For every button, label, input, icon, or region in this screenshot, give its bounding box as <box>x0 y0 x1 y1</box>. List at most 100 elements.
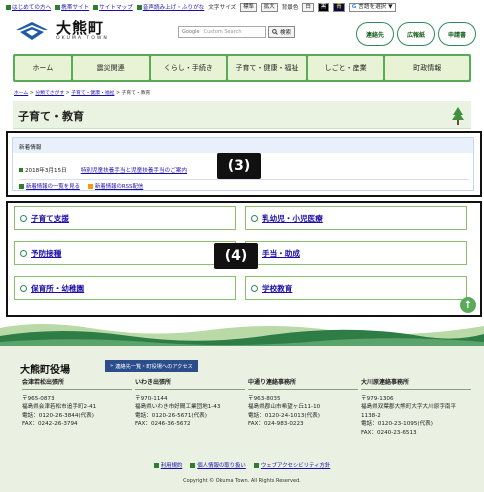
square-bullet-icon <box>136 4 142 10</box>
town-emblem-icon <box>16 22 48 40</box>
footer-link-label: ウェブアクセシビリティ方針 <box>260 463 331 469</box>
page-top-button[interactable]: ↑ <box>460 297 476 313</box>
text-size-standard-button[interactable]: 標準 <box>240 2 257 12</box>
logo-romaji: OKUMA TOWN <box>56 36 109 41</box>
access-button-label: 連絡先一覧・町役場へのアクセス <box>115 363 193 370</box>
office-fax: FAX：0240-23-6513 <box>361 429 417 436</box>
breadcrumb-current: 子育て・教育 <box>121 91 151 96</box>
category-link-childcare-support[interactable]: 子育て支援 <box>14 206 236 230</box>
utility-bar: はじめての方へ 携帯サイト サイトマップ 音声読み上げ・ふりがな 文字サイズ 標… <box>0 0 484 14</box>
nav-item-town-info[interactable]: 町政情報 <box>385 56 470 80</box>
utility-link-label: はじめての方へ <box>12 5 52 11</box>
circle-bullet-icon <box>251 214 258 222</box>
breadcrumb-separator: > <box>65 91 70 96</box>
news-rss-link[interactable]: 新着情報のRSS配信 <box>87 182 144 190</box>
newsletter-button[interactable]: 広報紙 <box>397 22 435 46</box>
bg-color-label: 背景色 <box>281 5 299 11</box>
bg-white-button[interactable]: 白 <box>302 2 314 12</box>
bg-black-button[interactable]: 黒 <box>317 2 330 12</box>
chevron-down-icon: ▼ <box>388 3 393 10</box>
page-title: 子育て・教育 <box>18 110 84 123</box>
divider <box>19 179 469 180</box>
global-nav: ホーム 震災関連 くらし・手続き 子育て・健康・福祉 しごと・産業 町政情報 <box>13 54 471 82</box>
category-link-nursery[interactable]: 保育所・幼稚園 <box>14 276 236 300</box>
logo-name: 大熊町 <box>56 19 105 37</box>
office-zip: 〒979-1306 <box>361 395 394 402</box>
tree-icon <box>452 107 464 125</box>
utility-link-beginners[interactable]: はじめての方へ <box>6 3 51 11</box>
square-bullet-icon <box>19 168 23 172</box>
news-date-text: 2018年3月15日 <box>25 168 67 174</box>
breadcrumb: ホーム > 分類でさがす > 子育て・健康・福祉 > 子育て・教育 <box>14 89 150 96</box>
circle-bullet-icon <box>251 284 258 292</box>
accessibility-link[interactable]: ウェブアクセシビリティ方針 <box>253 461 331 469</box>
office-column: 大川原連絡事務所 〒979-1306 福島県双葉郡大熊町大字大川原字南平1138… <box>361 379 471 437</box>
circle-bullet-icon <box>20 284 27 292</box>
utility-link-mobile[interactable]: 携帯サイト <box>55 3 89 11</box>
site-footer: 大熊町役場 » 連絡先一覧・町役場へのアクセス 会津若松出張所 〒965-0873… <box>0 346 484 492</box>
office-name: 中通り連絡事務所 <box>248 379 358 390</box>
search-engine-logo: Google <box>182 29 200 35</box>
utility-link-label: 音声読み上げ・ふりがな <box>142 5 205 11</box>
category-label: 予防接種 <box>31 248 62 258</box>
category-link-allowances[interactable]: 手当・助成 <box>245 241 467 265</box>
news-rss-link-label: 新着情報のRSS配信 <box>94 184 144 190</box>
nav-item-work[interactable]: しごと・産業 <box>307 56 384 80</box>
site-search: Google Custom Search 検索 <box>178 26 296 38</box>
square-bullet-icon <box>55 4 61 10</box>
category-label: 子育て支援 <box>31 213 69 223</box>
circle-bullet-icon <box>20 249 27 257</box>
office-name: 会津若松出張所 <box>22 379 132 390</box>
news-title-link[interactable]: 特別児童扶養手当と児童扶養手当のご案内 <box>81 166 187 174</box>
translate-select[interactable]: G 言語を選択 ▼ <box>348 2 396 12</box>
office-tel: 電話：0120-26-5671(代表) <box>135 412 207 419</box>
utility-link-voice[interactable]: 音声読み上げ・ふりがな <box>136 3 205 11</box>
copyright: Copyright © Okuma Town. All Rights Reser… <box>183 478 301 484</box>
search-input[interactable]: Google Custom Search <box>178 26 266 38</box>
category-link-infant-medical[interactable]: 乳幼児・小児医療 <box>245 206 467 230</box>
footer-link-label: 利用規約 <box>160 463 183 469</box>
news-list-link[interactable]: 新着情報の一覧を見る <box>19 182 80 190</box>
category-link-vaccination[interactable]: 予防接種 <box>14 241 236 265</box>
privacy-link[interactable]: 個人情報の取り扱い <box>190 461 246 469</box>
nav-item-childcare-health[interactable]: 子育て・健康・福祉 <box>228 56 306 80</box>
news-item: 2018年3月15日 特別児童扶養手当と児童扶養手当のご案内 <box>19 166 187 174</box>
page-title-bar: 子育て・教育 <box>13 101 471 129</box>
applications-button[interactable]: 申請書 <box>438 22 476 46</box>
breadcrumb-separator: > <box>29 91 34 96</box>
contacts-button[interactable]: 連絡先 <box>356 22 394 46</box>
footer-office-name: 大熊町役場 <box>20 365 70 376</box>
region-tag-4: (4) <box>214 243 258 269</box>
footer-links: 利用規約 個人情報の取り扱い ウェブアクセシビリティ方針 <box>0 461 484 469</box>
category-link-school[interactable]: 学校教育 <box>245 276 467 300</box>
nav-item-living[interactable]: くらし・手続き <box>150 56 227 80</box>
access-button[interactable]: » 連絡先一覧・町役場へのアクセス <box>105 360 198 372</box>
office-zip: 〒963-8035 <box>248 395 281 402</box>
search-icon <box>272 29 278 35</box>
text-size-large-button[interactable]: 拡大 <box>260 2 278 12</box>
office-tel: 電話：0120-24-1013(代表) <box>248 412 320 419</box>
office-fax: FAX：0246-36-5672 <box>135 421 191 427</box>
office-fax: FAX：024-983-0223 <box>248 421 304 427</box>
breadcrumb-childcare-health[interactable]: 子育て・健康・福祉 <box>71 91 114 96</box>
office-address: 福島県郡山市希望ヶ丘11-10 <box>248 404 321 410</box>
breadcrumb-home[interactable]: ホーム <box>14 91 28 96</box>
office-address: 福島県いわき市好間工業団地1-43 <box>135 404 221 410</box>
search-button[interactable]: 検索 <box>268 26 296 38</box>
site-logo[interactable]: 大熊町 OKUMA TOWN <box>14 20 109 42</box>
category-section: 子育て支援 乳幼児・小児医療 予防接種 手当・助成 保育所・幼稚園 学校教育 (… <box>6 201 482 317</box>
terms-link[interactable]: 利用規約 <box>153 461 183 469</box>
translate-label: 言語を選択 <box>358 3 387 10</box>
breadcrumb-classification[interactable]: 分類でさがす <box>35 91 64 96</box>
utility-link-sitemap[interactable]: サイトマップ <box>93 3 133 11</box>
news-section: 新着情報 2018年3月15日 特別児童扶養手当と児童扶養手当のご案内 新着情報… <box>6 131 482 197</box>
office-address: 福島県会津若松市追手町2-41 <box>22 404 97 410</box>
bg-blue-button[interactable]: 青 <box>333 2 345 12</box>
circle-bullet-icon <box>20 214 27 222</box>
nav-item-home[interactable]: ホーム <box>15 56 71 80</box>
site-header: 大熊町 OKUMA TOWN Google Custom Search 検索 連絡… <box>0 14 484 52</box>
nav-item-disaster[interactable]: 震災関連 <box>72 56 149 80</box>
news-date: 2018年3月15日 <box>19 166 67 174</box>
breadcrumb-separator: > <box>115 91 120 96</box>
news-heading: 新着情報 <box>12 137 474 153</box>
